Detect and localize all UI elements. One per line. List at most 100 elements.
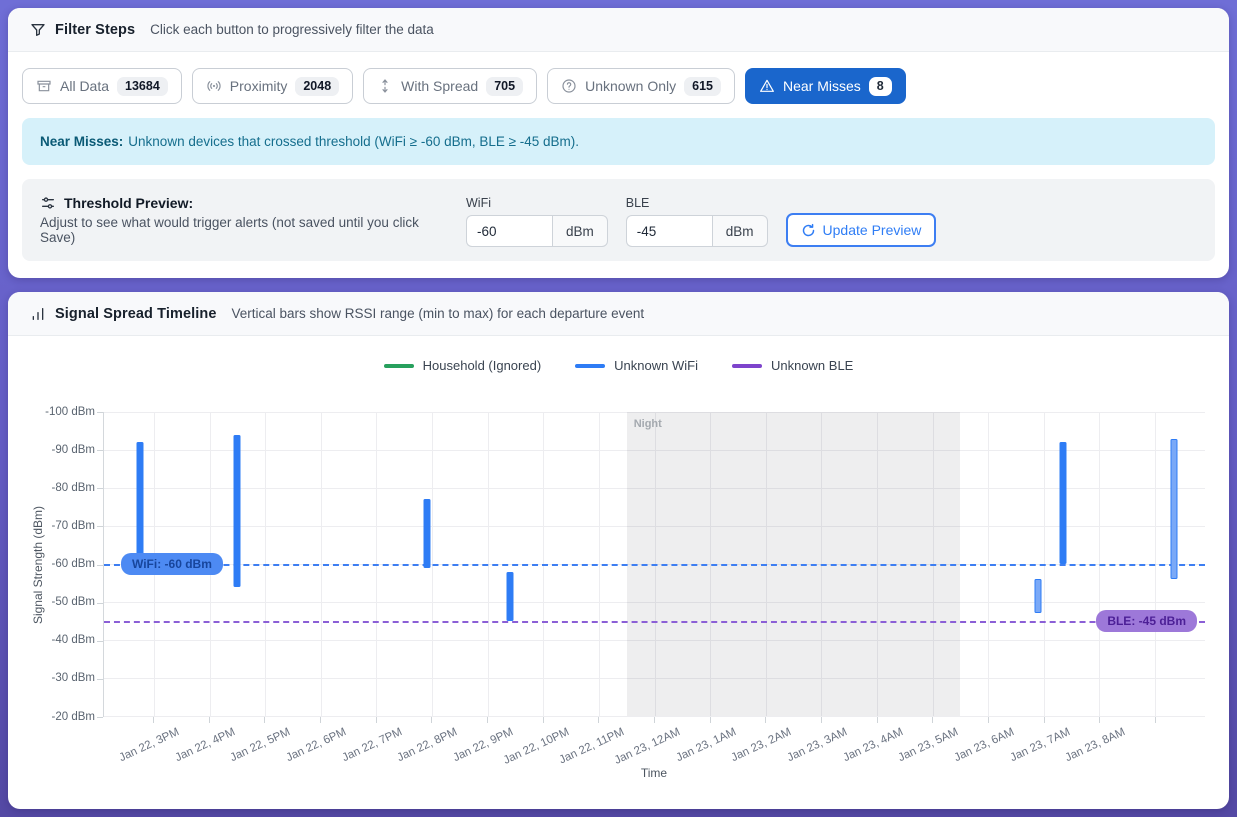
archive-icon (36, 78, 52, 94)
signal-spread-header: Signal Spread Timeline Vertical bars sho… (8, 292, 1229, 336)
filter-button-near-misses[interactable]: Near Misses 8 (745, 68, 906, 104)
x-tick-label: Jan 23, 5AM (897, 726, 961, 764)
x-tick-mark (932, 717, 933, 723)
y-tick-mark (97, 717, 103, 718)
filter-funnel-icon (30, 22, 46, 38)
ble-threshold-line (104, 621, 1205, 623)
wifi-threshold-pill: WiFi: -60 dBm (121, 553, 223, 575)
threshold-preview-title: Threshold Preview: (64, 195, 193, 211)
wifi-threshold-group: WiFi dBm (466, 196, 608, 247)
x-tick-mark (1155, 717, 1156, 723)
filter-button-count: 13684 (117, 77, 168, 96)
x-tick-mark (988, 717, 989, 723)
x-tick-label: Jan 22, 3PM (118, 726, 182, 764)
filter-button-proximity[interactable]: Proximity2048 (192, 68, 353, 104)
x-tick-label: Jan 22, 7PM (340, 726, 404, 764)
ble-threshold-input[interactable] (626, 215, 712, 247)
filter-button-with-spread[interactable]: With Spread 705 (363, 68, 537, 104)
threshold-preview-subtitle: Adjust to see what would trigger alerts … (40, 215, 448, 245)
ble-threshold-pill: BLE: -45 dBm (1096, 610, 1197, 632)
x-tick-label: Jan 22, 4PM (173, 726, 237, 764)
threshold-preview-box: Threshold Preview: Adjust to see what wo… (22, 179, 1215, 261)
legend-label: Unknown WiFi (614, 358, 698, 373)
y-tick-label: -90 dBm (10, 444, 95, 456)
threshold-preview-text: Threshold Preview: Adjust to see what wo… (40, 195, 448, 245)
x-tick-mark (153, 717, 154, 723)
rssi-range-bar-4[interactable] (506, 572, 513, 621)
x-tick-mark (543, 717, 544, 723)
y-tick-label: -60 dBm (10, 558, 95, 570)
filter-button-count: 705 (486, 77, 523, 96)
question-circle-icon (561, 78, 577, 94)
legend-label: Unknown BLE (771, 358, 853, 373)
legend-item-unknown-ble[interactable]: Unknown BLE (732, 358, 853, 373)
chart-legend: Household (Ignored) Unknown WiFi Unknown B… (8, 358, 1229, 373)
x-tick-mark (821, 717, 822, 723)
y-tick-label: -80 dBm (10, 482, 95, 494)
x-tick-label: Jan 23, 3AM (785, 726, 849, 764)
signal-spread-title: Signal Spread Timeline (55, 306, 216, 322)
x-tick-mark (1044, 717, 1045, 723)
x-tick-label: Jan 23, 6AM (952, 726, 1016, 764)
legend-swatch (575, 364, 605, 368)
legend-swatch (732, 364, 762, 368)
x-tick-mark (376, 717, 377, 723)
x-tick-label: Jan 23, 1AM (674, 726, 738, 764)
ble-threshold-group: BLE dBm (626, 196, 768, 247)
x-tick-label: Jan 22, 8PM (396, 726, 460, 764)
filter-button-unknown-only[interactable]: Unknown Only 615 (547, 68, 735, 104)
rssi-range-bar-5[interactable] (1035, 579, 1042, 613)
x-tick-mark (877, 717, 878, 723)
legend-item-household-ignored[interactable]: Household (Ignored) (384, 358, 542, 373)
filter-buttons-row: All Data 13684 Proximity2048 With Spread 705… (22, 68, 1215, 104)
rssi-range-bar-3[interactable] (423, 499, 430, 567)
x-tick-mark (320, 717, 321, 723)
x-axis-title: Time (641, 766, 667, 780)
legend-item-unknown-wifi[interactable]: Unknown WiFi (575, 358, 698, 373)
filter-button-all-data[interactable]: All Data 13684 (22, 68, 182, 104)
x-tick-mark (431, 717, 432, 723)
update-preview-label: Update Preview (823, 222, 922, 238)
filter-button-count: 8 (869, 77, 892, 96)
bar-chart-icon (30, 306, 46, 322)
x-tick-mark (264, 717, 265, 723)
filter-steps-card: Filter Steps Click each button to progre… (8, 8, 1229, 278)
ble-unit-suffix: dBm (712, 215, 768, 247)
ble-threshold-label: BLE (626, 196, 768, 210)
warning-triangle-icon (759, 78, 775, 94)
y-tick-label: -100 dBm (10, 406, 95, 418)
update-preview-button[interactable]: Update Preview (786, 213, 937, 247)
rssi-range-bar-7[interactable] (1171, 439, 1178, 580)
filter-button-count: 615 (684, 77, 721, 96)
y-axis-title: Signal Strength (dBm) (31, 505, 45, 623)
vertical-arrows-icon (377, 78, 393, 94)
refresh-icon (801, 223, 816, 238)
x-tick-mark (487, 717, 488, 723)
near-misses-banner-title: Near Misses: (40, 134, 123, 149)
y-tick-label: -30 dBm (10, 672, 95, 684)
filter-button-label: Unknown Only (585, 78, 676, 94)
filter-button-label: With Spread (401, 78, 478, 94)
filter-button-label: Near Misses (783, 78, 861, 94)
x-tick-mark (710, 717, 711, 723)
signal-spread-subtitle: Vertical bars show RSSI range (min to ma… (231, 306, 644, 321)
legend-swatch (384, 364, 414, 368)
x-tick-label: Jan 22, 6PM (285, 726, 349, 764)
signal-spread-card: Signal Spread Timeline Vertical bars sho… (8, 292, 1229, 809)
radio-waves-icon (206, 78, 222, 94)
rssi-range-bar-6[interactable] (1060, 442, 1067, 564)
rssi-range-bar-2[interactable] (234, 435, 241, 587)
y-tick-label: -40 dBm (10, 634, 95, 646)
filter-button-label: All Data (60, 78, 109, 94)
x-tick-label: Jan 23, 7AM (1008, 726, 1072, 764)
filter-button-label: Proximity (230, 78, 288, 94)
x-tick-label: Jan 22, 5PM (229, 726, 293, 764)
near-misses-banner-text: Unknown devices that crossed threshold (… (128, 134, 579, 149)
sliders-icon (40, 195, 56, 211)
wifi-threshold-input[interactable] (466, 215, 552, 247)
y-tick-label: -20 dBm (10, 711, 95, 723)
filter-steps-title: Filter Steps (55, 22, 135, 38)
x-tick-label: Jan 23, 8AM (1064, 726, 1128, 764)
filter-steps-header: Filter Steps Click each button to progre… (8, 8, 1229, 52)
x-tick-label: Jan 23, 2AM (730, 726, 794, 764)
